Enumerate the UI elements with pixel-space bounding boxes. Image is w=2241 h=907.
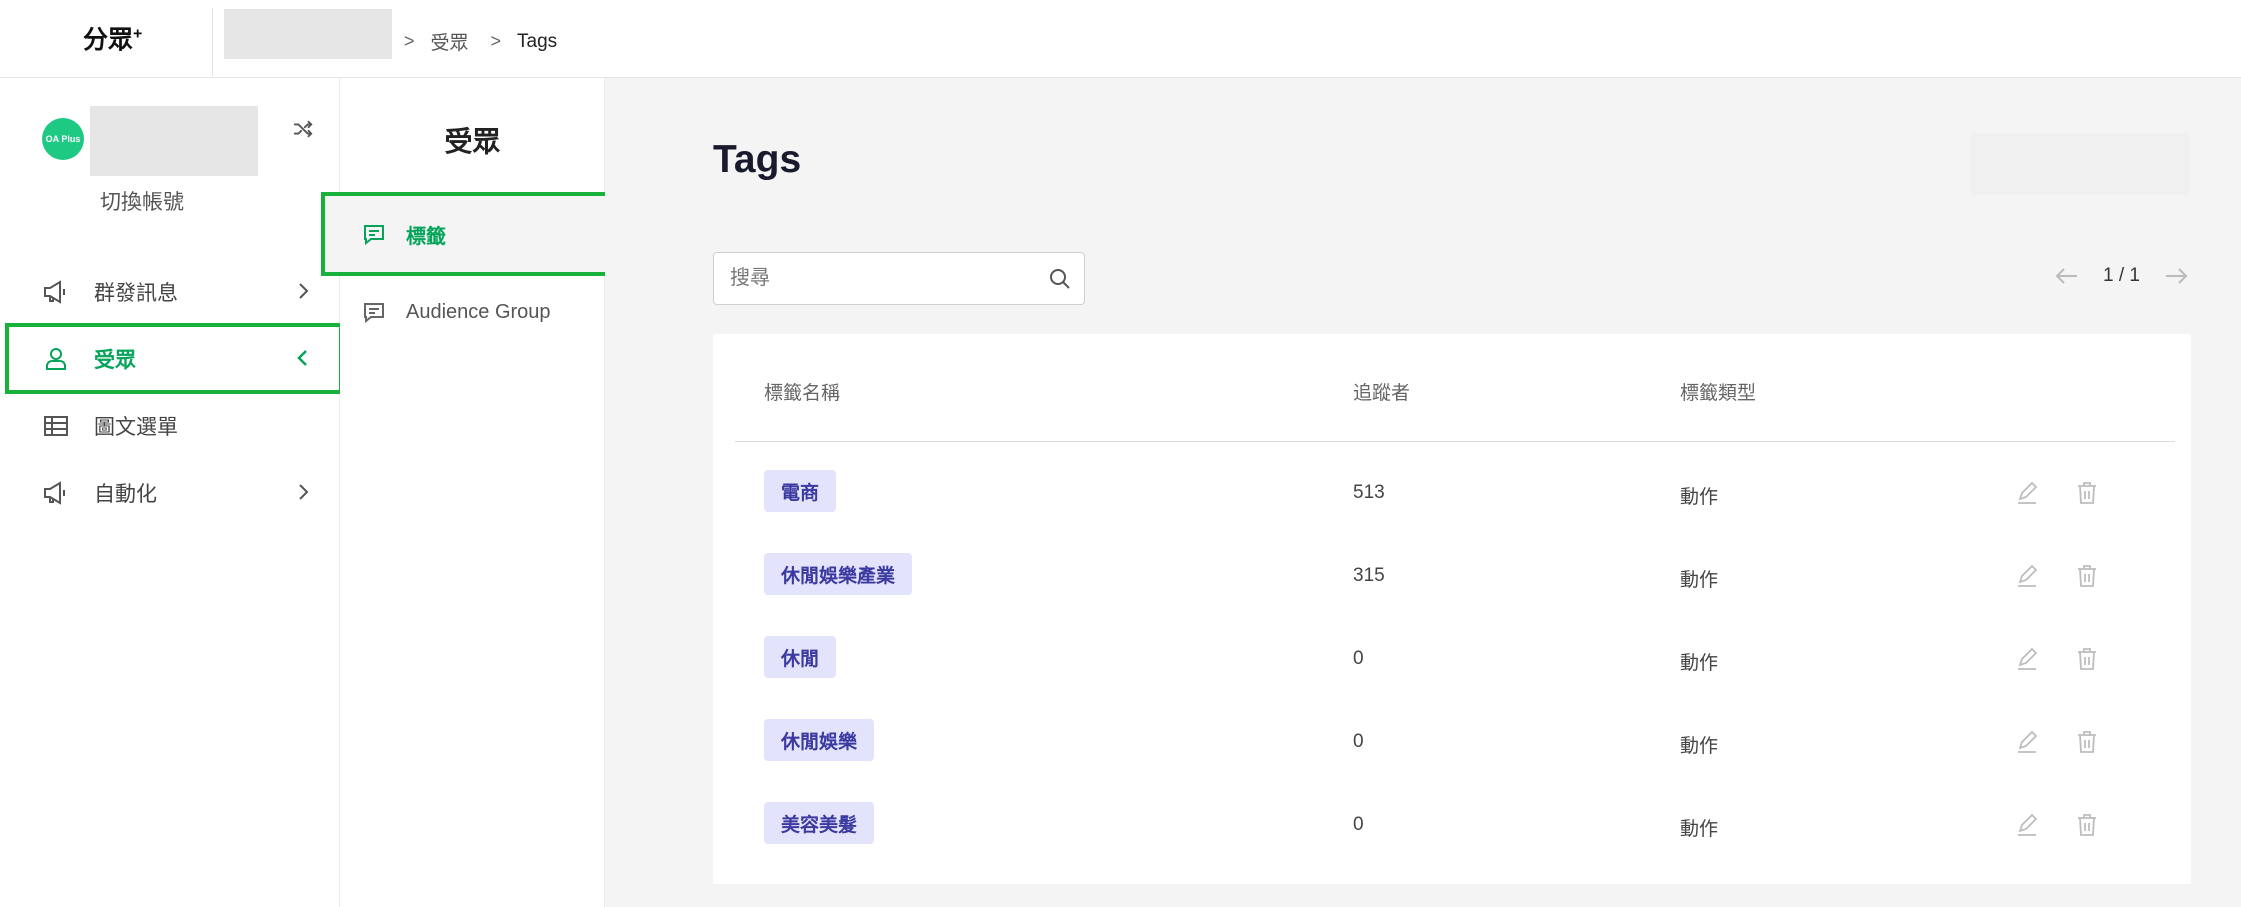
- column-header-tag-type: 標籤類型: [1680, 383, 1757, 404]
- arrow-right-icon[interactable]: [2162, 264, 2190, 288]
- sidebar-item-audience[interactable]: 受眾: [5, 323, 343, 394]
- tag-chip[interactable]: 電商: [764, 470, 837, 512]
- app: 分眾+ > 受眾 > Tags OA Plus 切換帳號 群發訊息 受眾 圖文選…: [0, 0, 2241, 907]
- table-row: 電商 513 動作: [713, 450, 2191, 532]
- user-icon: [42, 345, 70, 373]
- trash-icon[interactable]: [2075, 563, 2099, 589]
- search-input[interactable]: [714, 253, 1034, 304]
- breadcrumb-separator: >: [490, 31, 502, 51]
- table-row: 休閒 0 動作: [713, 616, 2191, 698]
- followers-count: 0: [1353, 648, 1364, 669]
- edit-icon[interactable]: [2015, 480, 2039, 506]
- sub-sidebar-item-label: Audience Group: [406, 300, 551, 323]
- pagination: 1 / 1: [2053, 264, 2190, 288]
- tag-chip[interactable]: 休閒: [764, 636, 837, 678]
- arrow-left-icon[interactable]: [2053, 264, 2081, 288]
- sidebar-item-label: 圖文選單: [94, 415, 178, 439]
- tags-table: 標籤名稱 追蹤者 標籤類型 電商 513 動作 休閒娛樂產業 315 動作 休閒: [713, 334, 2191, 884]
- brand-logo[interactable]: 分眾+: [83, 20, 142, 56]
- breadcrumb-separator: >: [404, 31, 415, 51]
- sidebar-item-label: 群發訊息: [94, 281, 178, 305]
- account-name-placeholder: [90, 106, 258, 176]
- sidebar-item-broadcast[interactable]: 群發訊息: [24, 258, 340, 325]
- top-bar: 分眾+ > 受眾 > Tags: [0, 0, 2241, 78]
- switch-account-link[interactable]: 切換帳號: [100, 186, 184, 216]
- tag-type: 動作: [1680, 736, 1719, 757]
- tag-type: 動作: [1680, 819, 1719, 840]
- brand-logo-sup: +: [133, 25, 143, 43]
- followers-count: 513: [1353, 482, 1385, 503]
- chevron-right-icon: [299, 283, 309, 299]
- breadcrumb-placeholder: [224, 9, 392, 59]
- account-panel: OA Plus 切換帳號: [40, 106, 330, 226]
- avatar[interactable]: OA Plus: [42, 118, 84, 160]
- edit-icon[interactable]: [2015, 646, 2039, 672]
- sub-sidebar-item-audience-group[interactable]: Audience Group: [340, 272, 605, 352]
- followers-count: 0: [1353, 731, 1364, 752]
- table-row: 休閒娛樂 0 動作: [713, 699, 2191, 781]
- shuffle-icon[interactable]: [292, 118, 314, 140]
- trash-icon[interactable]: [2075, 646, 2099, 672]
- edit-icon[interactable]: [2015, 812, 2039, 838]
- action-placeholder: [1970, 133, 2190, 195]
- column-header-followers: 追蹤者: [1353, 383, 1411, 404]
- page-title: Tags: [713, 138, 802, 181]
- sidebar-item-automation[interactable]: 自動化: [24, 459, 340, 526]
- sidebar-item-label: 自動化: [94, 482, 157, 506]
- megaphone-icon: [42, 278, 70, 306]
- table-icon: [42, 412, 70, 440]
- top-divider: [212, 8, 213, 76]
- chevron-right-icon: [299, 484, 309, 500]
- sidebar: OA Plus 切換帳號 群發訊息 受眾 圖文選單 自動化: [5, 78, 343, 907]
- search-icon[interactable]: [1048, 267, 1072, 291]
- breadcrumb-item-audience[interactable]: 受眾: [431, 28, 469, 55]
- page-indicator: 1 / 1: [2103, 265, 2140, 286]
- sub-sidebar-item-tags[interactable]: 標籤: [321, 192, 617, 276]
- message-icon: [364, 225, 384, 246]
- message-icon: [364, 303, 384, 324]
- megaphone-icon: [42, 479, 70, 507]
- trash-icon[interactable]: [2075, 812, 2099, 838]
- sidebar-menu: 群發訊息 受眾 圖文選單 自動化: [5, 258, 343, 526]
- followers-count: 0: [1353, 814, 1364, 835]
- edit-icon[interactable]: [2015, 729, 2039, 755]
- chevron-left-icon: [297, 350, 307, 366]
- tag-type: 動作: [1680, 570, 1719, 591]
- main-content: Tags 1 / 1 標籤名稱 追蹤者 標籤類型 電商 513 動作: [605, 78, 2241, 907]
- table-row: 美容美髮 0 動作: [713, 782, 2191, 864]
- table-row: 休閒娛樂產業 315 動作: [713, 533, 2191, 615]
- sidebar-item-label: 受眾: [94, 348, 136, 372]
- table-header: 標籤名稱 追蹤者 標籤類型: [713, 334, 2191, 442]
- tag-chip[interactable]: 休閒娛樂: [764, 719, 875, 761]
- trash-icon[interactable]: [2075, 480, 2099, 506]
- tag-type: 動作: [1680, 653, 1719, 674]
- sub-sidebar-item-label: 標籤: [406, 225, 446, 248]
- breadcrumb: > 受眾 > Tags: [404, 28, 579, 55]
- header-divider: [735, 441, 2175, 442]
- tag-chip[interactable]: 休閒娛樂產業: [764, 553, 913, 595]
- tag-chip[interactable]: 美容美髮: [764, 802, 875, 844]
- sidebar-item-rich-menu[interactable]: 圖文選單: [24, 392, 340, 459]
- tag-type: 動作: [1680, 487, 1719, 508]
- breadcrumb-item-tags: Tags: [517, 30, 558, 52]
- trash-icon[interactable]: [2075, 729, 2099, 755]
- column-header-tag-name: 標籤名稱: [764, 383, 841, 404]
- edit-icon[interactable]: [2015, 563, 2039, 589]
- sub-sidebar-title: 受眾: [444, 126, 501, 157]
- sub-sidebar: 受眾 標籤 Audience Group: [321, 78, 617, 907]
- brand-logo-text: 分眾: [83, 26, 134, 54]
- search-box: [713, 252, 1085, 305]
- followers-count: 315: [1353, 565, 1385, 586]
